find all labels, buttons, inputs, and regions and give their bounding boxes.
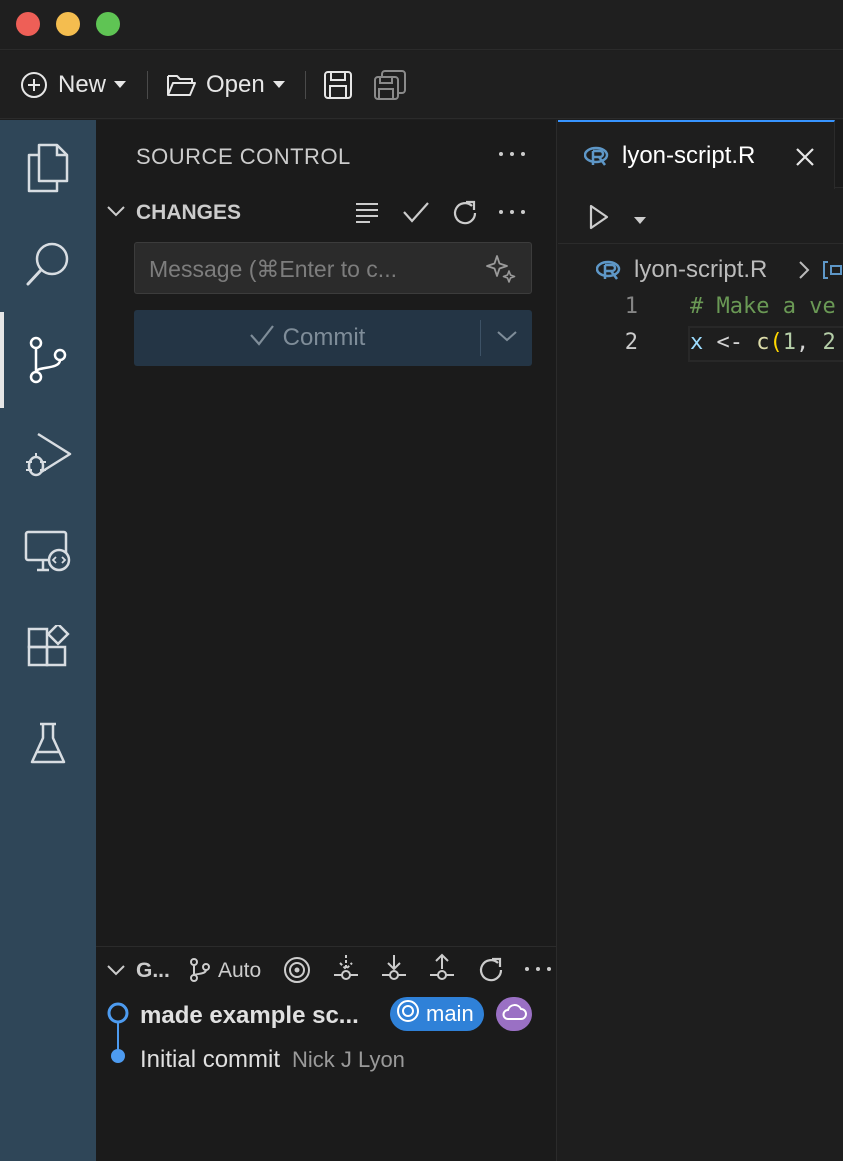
folder-open-icon bbox=[166, 72, 196, 98]
check-icon bbox=[249, 324, 275, 353]
line-number: 1 bbox=[624, 294, 638, 319]
breadcrumb-file[interactable]: lyon-script.R bbox=[634, 256, 767, 284]
branch-badge[interactable]: main bbox=[390, 997, 484, 1031]
graph-label: G... bbox=[136, 959, 170, 982]
target-icon bbox=[396, 999, 420, 1029]
pull-icon[interactable] bbox=[380, 953, 408, 990]
commit-dropdown-button[interactable] bbox=[481, 310, 532, 366]
source-control-icon[interactable] bbox=[0, 312, 96, 408]
changes-header[interactable]: CHANGES bbox=[96, 192, 557, 232]
cloud-icon bbox=[501, 1003, 527, 1026]
toolbar-divider bbox=[305, 71, 306, 99]
more-actions-icon[interactable] bbox=[494, 136, 530, 172]
push-icon[interactable] bbox=[428, 953, 456, 990]
close-window-button[interactable] bbox=[16, 12, 40, 36]
branch-name: main bbox=[426, 1001, 474, 1026]
target-icon[interactable] bbox=[282, 955, 312, 990]
commit-button[interactable]: Commit bbox=[134, 310, 532, 366]
tab-lyon-script[interactable]: lyon-script.R bbox=[558, 120, 835, 189]
explorer-icon[interactable] bbox=[0, 120, 96, 216]
commit-message-placeholder: Message (⌘Enter to c... bbox=[149, 256, 397, 282]
source-control-graph: G... Auto made example sc... main Initia… bbox=[96, 946, 557, 1161]
graph-commit-row[interactable]: made example sc... main bbox=[96, 993, 557, 1037]
breadcrumb: lyon-script.R bbox=[558, 250, 843, 288]
new-button[interactable]: New bbox=[20, 51, 127, 119]
view-as-list-icon[interactable] bbox=[354, 200, 380, 229]
save-all-button[interactable] bbox=[373, 51, 407, 119]
extensions-icon[interactable] bbox=[0, 600, 96, 696]
caret-down-icon[interactable] bbox=[634, 212, 646, 230]
panel-title: SOURCE CONTROL bbox=[136, 144, 351, 169]
toolbar: New Open bbox=[0, 51, 843, 119]
sparkle-icon[interactable] bbox=[485, 253, 517, 290]
new-label: New bbox=[58, 71, 107, 98]
commit-message: made example sc... bbox=[140, 1002, 359, 1029]
open-button[interactable]: Open bbox=[166, 51, 285, 119]
caret-down-icon bbox=[272, 81, 285, 89]
commit-label: Commit bbox=[282, 324, 366, 351]
code-line-current[interactable]: 2 x <- c(1, 2 bbox=[558, 326, 843, 362]
symbol-icon[interactable] bbox=[822, 260, 843, 285]
remote-badge[interactable] bbox=[496, 997, 532, 1031]
r-file-icon bbox=[583, 146, 610, 173]
save-icon bbox=[323, 70, 353, 100]
open-label: Open bbox=[206, 71, 265, 98]
run-icon[interactable] bbox=[588, 204, 610, 235]
zoom-window-button[interactable] bbox=[96, 12, 120, 36]
auto-branch-label[interactable]: Auto bbox=[218, 959, 261, 983]
editor-actions bbox=[558, 192, 843, 244]
chevron-right-icon bbox=[798, 260, 810, 285]
save-button[interactable] bbox=[323, 51, 353, 119]
chevron-down-icon bbox=[496, 329, 518, 348]
line-text: x <- c(1, 2 bbox=[690, 330, 836, 355]
tab-label: lyon-script.R bbox=[622, 142, 756, 169]
save-all-icon bbox=[373, 69, 407, 101]
branch-icon[interactable] bbox=[188, 957, 212, 988]
source-control-panel: SOURCE CONTROL CHANGES Message (⌘Enter t… bbox=[96, 120, 557, 1161]
code-line[interactable]: 1 # Make a ve bbox=[558, 290, 843, 326]
minimize-window-button[interactable] bbox=[56, 12, 80, 36]
r-file-icon bbox=[595, 260, 622, 287]
plus-circle-icon bbox=[20, 71, 48, 99]
changes-label: CHANGES bbox=[136, 201, 242, 224]
refresh-icon[interactable] bbox=[476, 955, 504, 988]
commit-author: Nick J Lyon bbox=[292, 1047, 405, 1072]
chevron-down-icon bbox=[106, 204, 126, 223]
close-icon[interactable] bbox=[794, 146, 816, 173]
graph-commit-row[interactable]: Initial commit Nick J Lyon bbox=[96, 1037, 557, 1081]
more-actions-icon[interactable] bbox=[520, 951, 556, 992]
fetch-icon[interactable] bbox=[332, 953, 360, 990]
chevron-down-icon bbox=[106, 963, 126, 982]
commit-entry: Initial commit Nick J Lyon bbox=[140, 1046, 405, 1074]
graph-header[interactable]: G... Auto bbox=[96, 947, 557, 991]
commit-message-input[interactable]: Message (⌘Enter to c... bbox=[134, 242, 532, 294]
testing-icon[interactable] bbox=[0, 696, 96, 792]
activity-bar bbox=[0, 120, 96, 1161]
more-actions-icon[interactable] bbox=[494, 194, 530, 235]
commit-message: Initial commit bbox=[140, 1046, 281, 1073]
toolbar-divider bbox=[147, 71, 148, 99]
refresh-icon[interactable] bbox=[450, 198, 478, 231]
commit-check-icon[interactable] bbox=[402, 200, 430, 229]
remote-explorer-icon[interactable] bbox=[0, 504, 96, 600]
editor-tabs: lyon-script.R bbox=[558, 120, 843, 189]
title-bar bbox=[0, 0, 843, 50]
run-debug-icon[interactable] bbox=[0, 408, 96, 504]
line-text: # Make a ve bbox=[690, 294, 836, 319]
caret-down-icon bbox=[114, 81, 127, 89]
line-number: 2 bbox=[624, 330, 638, 355]
search-icon[interactable] bbox=[0, 216, 96, 312]
editor-area: lyon-script.R lyon-script.R 1 # Make a v… bbox=[558, 120, 843, 1161]
commit-main-action[interactable]: Commit bbox=[134, 310, 480, 366]
